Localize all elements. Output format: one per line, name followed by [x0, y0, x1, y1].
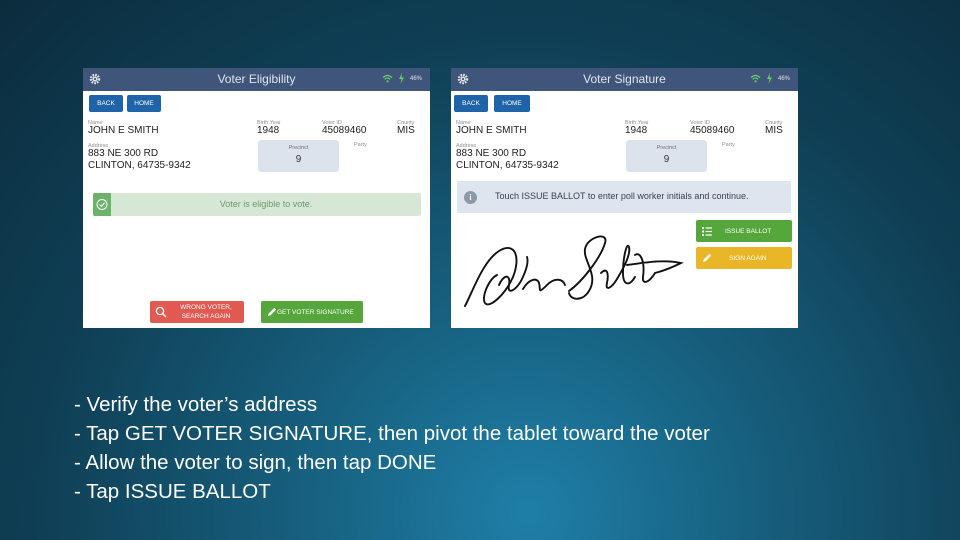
back-button[interactable]: BACK [89, 95, 123, 112]
check-circle-icon [93, 193, 111, 216]
status-area: 46% [750, 73, 790, 84]
precinct-label: Precinct [656, 145, 677, 151]
precinct-label: Precinct [288, 145, 309, 151]
get-voter-signature-button[interactable]: GET VOTER SIGNATURE [261, 301, 363, 323]
wifi-icon [382, 74, 393, 83]
info-message: Touch ISSUE BALLOT to enter poll worker … [495, 191, 749, 201]
issue-ballot-label: ISSUE BALLOT [725, 227, 772, 235]
top-bar: Voter Eligibility 46% [83, 68, 430, 91]
birth-year-value: 1948 [257, 125, 280, 136]
home-button[interactable]: HOME [127, 95, 161, 112]
sign-again-label: SIGN AGAIN [729, 254, 767, 262]
signature-canvas[interactable] [459, 233, 689, 318]
birth-year-value: 1948 [625, 125, 648, 136]
wifi-icon [750, 74, 761, 83]
checklist-icon [702, 227, 712, 236]
battery-percent: 46% [409, 75, 422, 82]
county-value: MIS [397, 125, 415, 136]
voter-signature-screen: Voter Signature 46% BACK HOME Name JOHN … [451, 68, 798, 328]
eligibility-banner: Voter is eligible to vote. [93, 193, 421, 216]
wrong-voter-line-1: WRONG VOTER, [180, 304, 232, 311]
screen-title: Voter Eligibility [217, 72, 296, 86]
back-button[interactable]: BACK [454, 95, 488, 112]
status-area: 46% [382, 73, 422, 84]
sign-again-button[interactable]: SIGN AGAIN [696, 247, 792, 269]
instruction-item: - Verify the voter’s address [74, 393, 318, 416]
instruction-item: - Tap ISSUE BALLOT [74, 480, 271, 503]
wrong-voter-line-2: SEARCH AGAIN [181, 313, 231, 320]
precinct-value: 9 [295, 154, 302, 165]
precinct-box: Precinct 9 [626, 140, 707, 172]
issue-ballot-button[interactable]: ISSUE BALLOT [696, 220, 792, 242]
party-label: Party [722, 142, 735, 148]
battery-charging-icon [766, 73, 772, 84]
top-bar: Voter Signature 46% [451, 68, 798, 91]
address-line-1: 883 NE 300 RD [88, 148, 159, 159]
county-value: MIS [765, 125, 783, 136]
search-icon [155, 306, 167, 318]
voter-name: JOHN E SMITH [88, 125, 159, 136]
instruction-list: - Verify the voter’s address - Tap GET V… [74, 390, 874, 506]
battery-charging-icon [398, 73, 404, 84]
battery-percent: 46% [777, 75, 790, 82]
address-line-2: CLINTON, 64735-9342 [88, 160, 191, 171]
screen-title: Voter Signature [583, 72, 666, 86]
instruction-item: - Tap GET VOTER SIGNATURE, then pivot th… [74, 422, 710, 445]
get-voter-signature-label: GET VOTER SIGNATURE [277, 308, 354, 316]
wrong-voter-button[interactable]: WRONG VOTER, SEARCH AGAIN [150, 301, 244, 323]
pencil-icon [703, 253, 712, 262]
info-icon: i [464, 191, 477, 204]
info-banner: i Touch ISSUE BALLOT to enter poll worke… [457, 181, 791, 213]
voter-id-value: 45089460 [690, 125, 735, 136]
precinct-value: 9 [663, 154, 670, 165]
instruction-item: - Allow the voter to sign, then tap DONE [74, 451, 437, 474]
party-label: Party [354, 142, 367, 148]
home-button[interactable]: HOME [494, 95, 530, 112]
voter-id-value: 45089460 [322, 125, 367, 136]
voter-name: JOHN E SMITH [456, 125, 527, 136]
address-line-2: CLINTON, 64735-9342 [456, 160, 559, 171]
voter-eligibility-screen: Voter Eligibility 46% BACK HOME Name JOH… [83, 68, 430, 328]
address-line-1: 883 NE 300 RD [456, 148, 527, 159]
precinct-box: Precinct 9 [258, 140, 339, 172]
eligibility-message: Voter is eligible to vote. [219, 199, 313, 209]
